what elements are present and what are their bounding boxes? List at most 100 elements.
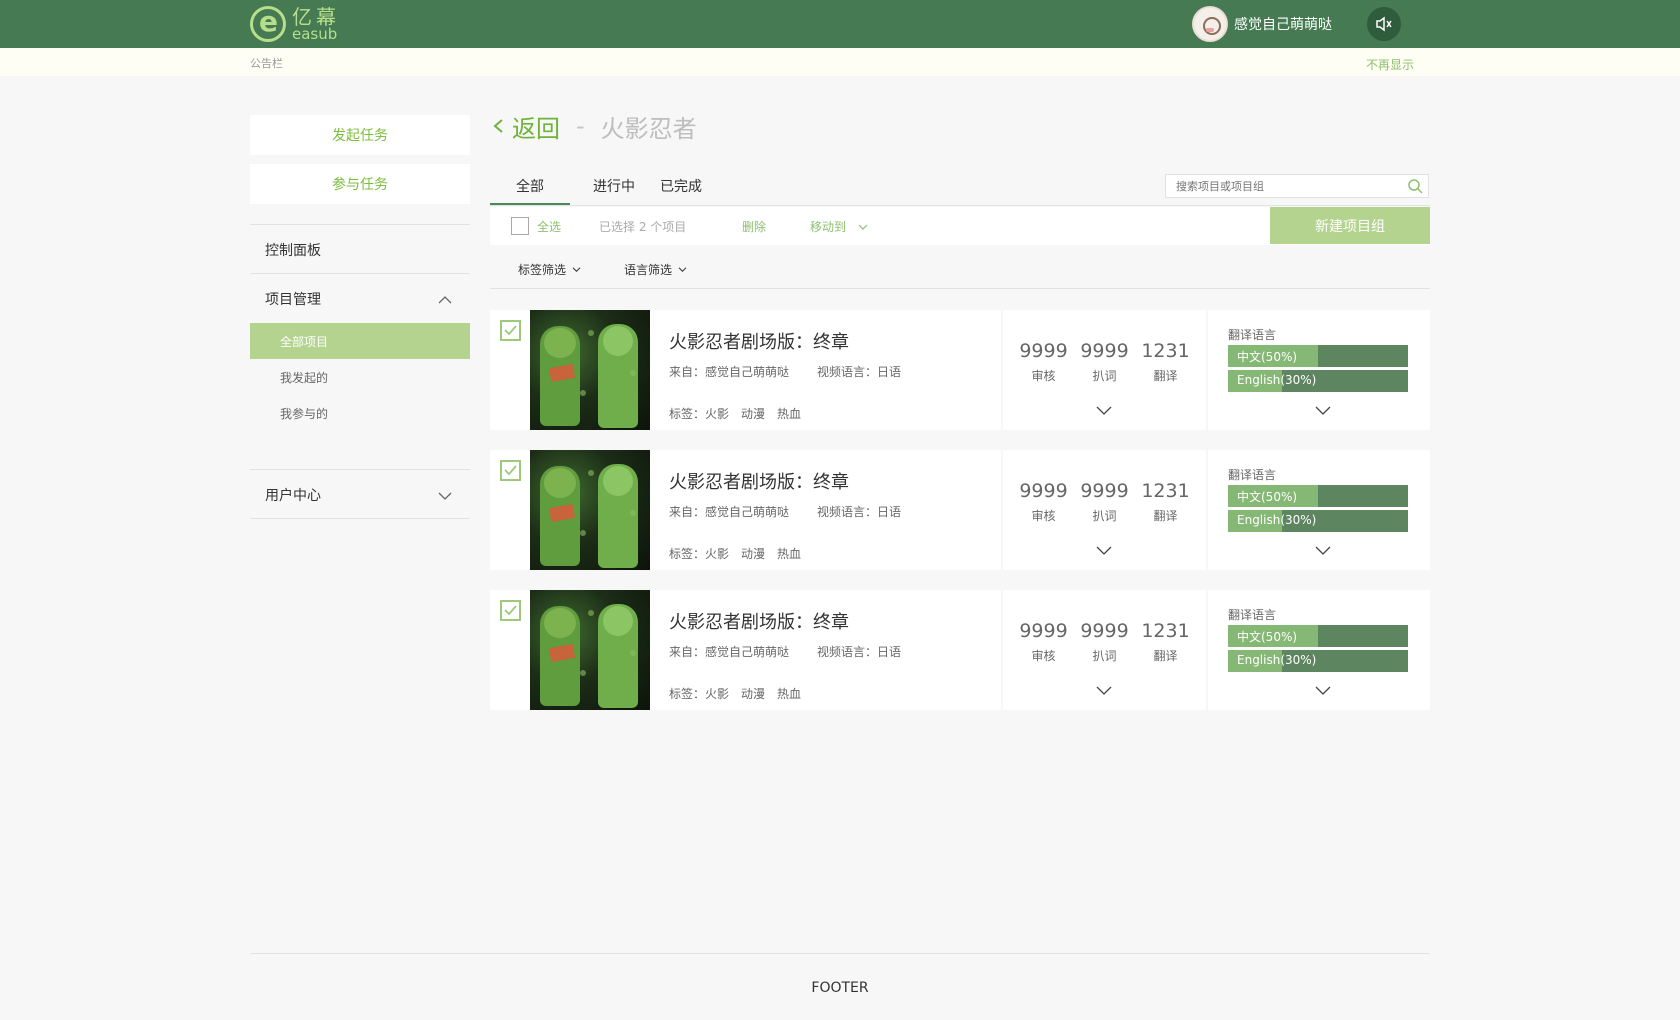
top-header: 亿幕 easub 感觉自己萌萌哒 (0, 0, 1680, 48)
project-checkbox[interactable] (500, 320, 521, 341)
project-tag: 动漫 (741, 407, 766, 421)
project-title[interactable]: 火影忍者剧场版：终章 (669, 328, 849, 354)
footer: FOOTER (811, 980, 869, 996)
tab-all[interactable]: 全部 (490, 170, 570, 206)
selected-count: 已选择 2 个项目 (599, 220, 687, 234)
project-card[interactable]: 火影忍者剧场版：终章 来自：感觉自己萌萌哒 视频语言：日语 标签：火影 动漫 热血 9999… (490, 310, 1430, 430)
project-tag: 标签：火影 (669, 547, 730, 561)
project-card[interactable]: 火影忍者剧场版：终章 来自：感觉自己萌萌哒 视频语言：日语 标签：火影 动漫 热血 9999… (490, 450, 1430, 570)
stat-item: 9999 审核 (1019, 480, 1067, 524)
language-progress-label: 中文(50%) (1237, 630, 1298, 644)
language-progress-label: English(30%) (1237, 653, 1317, 667)
start-task-button[interactable]: 发起任务 (250, 115, 470, 155)
move-to-label: 移动到 (810, 220, 847, 234)
tab-bar: 全部 进行中 已完成 (490, 170, 746, 206)
stat-label: 扒词 (1092, 369, 1117, 383)
project-thumbnail[interactable] (530, 450, 650, 570)
project-tag: 动漫 (741, 687, 766, 701)
chevron-left-icon (493, 119, 503, 133)
sidebar-divider (250, 224, 470, 225)
new-group-button[interactable]: 新建项目组 (1270, 207, 1430, 244)
translation-languages-title: 翻译语言 (1228, 328, 1277, 342)
stat-item: 9999 审核 (1019, 340, 1067, 384)
language-filter-dropdown[interactable]: 语言筛选 (624, 261, 687, 278)
delete-button[interactable]: 删除 (742, 218, 766, 235)
language-progress-bar[interactable]: English(30%) (1228, 650, 1408, 672)
speaker-mute-icon (1376, 16, 1392, 32)
project-card[interactable]: 火影忍者剧场版：终章 来自：感觉自己萌萌哒 视频语言：日语 标签：火影 动漫 热血 9999… (490, 590, 1430, 710)
sidebar-item-user-center[interactable]: 用户中心 (250, 471, 470, 519)
stat-label: 扒词 (1092, 649, 1117, 663)
logo[interactable]: 亿幕 easub (250, 5, 340, 43)
project-title[interactable]: 火影忍者剧场版：终章 (669, 608, 849, 634)
chevron-down-icon (858, 224, 868, 230)
video-language: 视频语言：日语 (817, 365, 902, 379)
sidebar-subitem-all-projects[interactable]: 全部项目 (250, 323, 470, 359)
join-task-button[interactable]: 参与任务 (250, 164, 470, 204)
project-checkbox[interactable] (500, 600, 521, 621)
tab-in-progress[interactable]: 进行中 (570, 170, 658, 206)
chevron-down-icon[interactable] (1096, 406, 1112, 416)
search-input[interactable] (1176, 179, 1396, 193)
back-label: 返回 (512, 114, 560, 143)
mute-button[interactable] (1367, 7, 1401, 41)
language-progress-bar[interactable]: 中文(50%) (1228, 485, 1408, 507)
sidebar-subitem-participated[interactable]: 我参与的 (250, 395, 470, 431)
language-progress-bar[interactable]: English(30%) (1228, 370, 1408, 392)
sidebar-item-project-management[interactable]: 项目管理 (250, 275, 470, 323)
translation-languages: 翻译语言 中文(50%) English(30%) (1208, 590, 1430, 710)
avatar[interactable] (1192, 6, 1228, 42)
project-thumbnail[interactable] (530, 590, 650, 710)
language-progress-bar[interactable]: English(30%) (1228, 510, 1408, 532)
tab-divider (490, 205, 1430, 206)
sidebar-divider (250, 273, 470, 274)
project-thumbnail[interactable] (530, 310, 650, 430)
language-progress-bar[interactable]: 中文(50%) (1228, 625, 1408, 647)
project-stats: 9999 审核 9999 扒词 1231 翻译 (1003, 310, 1206, 430)
stat-item: 1231 翻译 (1141, 340, 1189, 384)
project-tag: 热血 (777, 547, 802, 561)
project-tag: 标签：火影 (669, 407, 730, 421)
move-to-dropdown[interactable]: 移动到 (810, 218, 868, 235)
stat-value: 9999 (1080, 620, 1129, 642)
chevron-down-icon (572, 267, 581, 272)
select-all-checkbox[interactable] (511, 217, 529, 235)
project-owner: 来自：感觉自己萌萌哒 (669, 645, 790, 659)
select-all-label[interactable]: 全选 (537, 218, 561, 235)
sidebar-divider (250, 469, 470, 470)
back-link[interactable]: 返回 (492, 109, 560, 144)
notice-bar: 公告栏 不再显示 (0, 48, 1680, 76)
user-name[interactable]: 感觉自己萌萌哒 (1234, 14, 1332, 34)
breadcrumb-separator: - (576, 112, 585, 140)
translation-languages: 翻译语言中文(50%) English(30%) (1208, 310, 1430, 430)
chevron-down-icon[interactable] (1096, 546, 1112, 556)
chevron-up-icon (438, 296, 452, 304)
search-box[interactable] (1165, 174, 1429, 198)
search-icon[interactable] (1407, 178, 1423, 194)
chevron-down-icon[interactable] (1315, 546, 1331, 556)
language-progress-label: 中文(50%) (1237, 490, 1298, 504)
tab-completed[interactable]: 已完成 (658, 170, 746, 206)
chevron-down-icon[interactable] (1096, 686, 1112, 696)
project-checkbox[interactable] (500, 460, 521, 481)
stat-value: 9999 (1019, 620, 1068, 642)
chevron-down-icon[interactable] (1315, 686, 1331, 696)
sidebar-subitem-initiated[interactable]: 我发起的 (250, 359, 470, 395)
sidebar-item-dashboard[interactable]: 控制面板 (250, 226, 470, 274)
notice-hide-link[interactable]: 不再显示 (1366, 56, 1414, 73)
project-tag: 标签：火影 (669, 687, 730, 701)
page-title: 火影忍者 (600, 114, 697, 143)
stat-value: 1231 (1141, 480, 1190, 502)
project-info: 火影忍者剧场版：终章 来自：感觉自己萌萌哒 视频语言：日语 标签：火影 动漫 热血 (490, 310, 1001, 430)
language-progress-bar[interactable]: 中文(50%) (1228, 345, 1408, 367)
chevron-down-icon[interactable] (1315, 406, 1331, 416)
project-stats: 9999 审核 9999 扒词 1231 翻译 (1003, 450, 1206, 570)
language-progress-label: English(30%) (1237, 373, 1317, 387)
tag-filter-dropdown[interactable]: 标签筛选 (518, 261, 581, 278)
logo-name-en: easub (292, 24, 338, 43)
project-title[interactable]: 火影忍者剧场版：终章 (669, 468, 849, 494)
project-info: 火影忍者剧场版：终章 来自：感觉自己萌萌哒 视频语言：日语 标签：火影 动漫 热血 (490, 590, 1001, 710)
stat-value: 9999 (1019, 480, 1068, 502)
sidebar-divider (250, 518, 470, 519)
user-menu[interactable]: 感觉自己萌萌哒 (1192, 6, 1332, 42)
